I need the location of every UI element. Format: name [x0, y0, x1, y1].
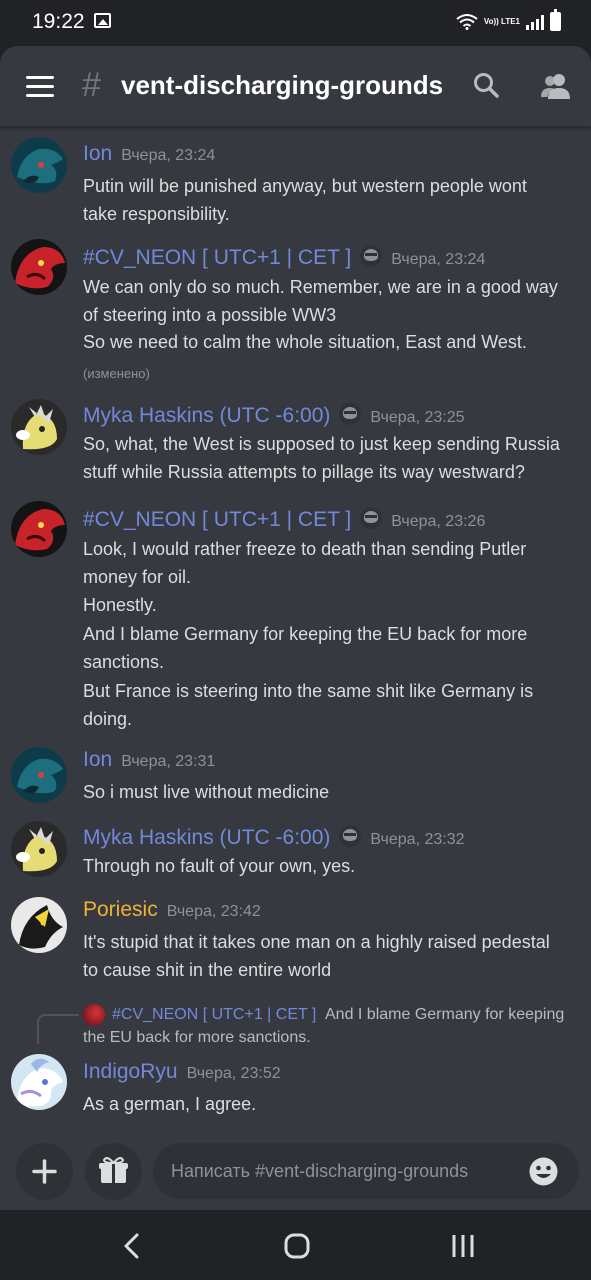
message-text: So we need to calm the whole situation, … [83, 332, 527, 352]
gift-icon [99, 1157, 128, 1183]
avatar[interactable] [11, 747, 67, 803]
message-text: So i must live without medicine [83, 782, 330, 802]
avatar[interactable] [11, 137, 67, 193]
edited-label: (изменено) [83, 366, 150, 381]
emoji-icon[interactable] [528, 1156, 559, 1187]
author-name[interactable]: Ion [83, 142, 112, 166]
timestamp: Вчера, 23:52 [186, 1065, 281, 1082]
message-text: Putin will be punished anyway, but weste… [83, 176, 527, 196]
reply-text[interactable]: And I blame Germany for keeping [325, 1006, 564, 1024]
avatar[interactable] [11, 501, 67, 557]
message-meta: Ion Вчера, 23:24 [83, 142, 215, 166]
timestamp: Вчера, 23:24 [121, 147, 216, 164]
role-badge-icon [339, 403, 362, 425]
message-text: It's stupid that it takes one man on a h… [83, 932, 550, 952]
author-name[interactable]: #CV_NEON [ UTC+1 | CET ] [83, 246, 351, 270]
recents-icon[interactable] [450, 1232, 476, 1260]
message-meta: IndigoRyu Вчера, 23:52 [83, 1060, 281, 1084]
discord-app: # vent-discharging-grounds Ion Вчера, 23… [0, 46, 591, 1210]
message-text: Through no fault of your own, yes. [83, 856, 356, 876]
back-icon[interactable] [122, 1232, 142, 1260]
channel-title[interactable]: vent-discharging-grounds [121, 70, 443, 101]
message-meta: Ion Вчера, 23:31 [83, 748, 215, 772]
message-text: As a german, I agree. [83, 1094, 257, 1114]
message-text: We can only do so much. Remember, we are… [83, 277, 558, 297]
timestamp: Вчера, 23:31 [121, 753, 216, 770]
avatar[interactable] [11, 1054, 67, 1110]
timestamp: Вчера, 23:25 [370, 409, 465, 426]
author-name[interactable]: Myka Haskins (UTC -6:00) [83, 826, 330, 850]
members-icon[interactable] [540, 72, 572, 100]
battery-icon [550, 9, 561, 31]
message-input[interactable]: Написать #vent-discharging-grounds [153, 1143, 579, 1199]
timestamp: Вчера, 23:26 [391, 513, 486, 530]
message-text: But France is steering into the same shi… [83, 681, 534, 701]
message-meta: #CV_NEON [ UTC+1 | CET ] Вчера, 23:26 [83, 504, 485, 532]
message-text: stuff while Russia attempts to pillage i… [83, 462, 525, 482]
message-text: to cause shit in the entire world [83, 960, 332, 980]
gift-button[interactable] [85, 1143, 142, 1200]
message-text: money for oil. [83, 567, 192, 587]
wifi-icon [456, 14, 478, 30]
role-badge-icon [339, 825, 362, 847]
add-button[interactable] [16, 1143, 73, 1200]
author-name[interactable]: #CV_NEON [ UTC+1 | CET ] [83, 508, 351, 532]
plus-icon [32, 1159, 57, 1184]
reply-text[interactable]: the EU back for more sanctions. [83, 1029, 311, 1047]
message-text: And I blame Germany for keeping the EU b… [83, 624, 528, 644]
author-name[interactable]: Ion [83, 748, 112, 772]
reply-avatar[interactable] [83, 1004, 105, 1026]
author-name[interactable]: IndigoRyu [83, 1060, 178, 1084]
timestamp: Вчера, 23:42 [166, 903, 261, 920]
reply-author[interactable]: #CV_NEON [ UTC+1 | CET ] [112, 1006, 316, 1024]
status-bar: 19:22 Vo)) LTE1 [0, 0, 591, 46]
message-meta: Poriesic Вчера, 23:42 [83, 898, 261, 922]
message-text: doing. [83, 709, 133, 729]
timestamp: Вчера, 23:24 [391, 251, 486, 268]
message-meta: Myka Haskins (UTC -6:00) Вчера, 23:25 [83, 400, 465, 428]
avatar[interactable] [11, 399, 67, 455]
system-nav-bar [0, 1210, 591, 1280]
status-icons: Vo)) LTE1 [456, 9, 561, 31]
status-time: 19:22 [32, 10, 85, 33]
message-text: Honestly. [83, 595, 157, 615]
reply-connector [37, 1014, 79, 1044]
signal-icon [526, 14, 544, 30]
author-name[interactable]: Myka Haskins (UTC -6:00) [83, 404, 330, 428]
message-text: Look, I would rather freeze to death tha… [83, 539, 527, 559]
network-label: Vo)) LTE1 [483, 16, 520, 26]
search-icon[interactable] [473, 72, 499, 98]
message-text: So, what, the West is supposed to just k… [83, 434, 560, 454]
channel-header: # vent-discharging-grounds [0, 46, 591, 126]
message-meta: #CV_NEON [ UTC+1 | CET ] Вчера, 23:24 [83, 242, 485, 270]
home-icon[interactable] [283, 1232, 311, 1260]
role-badge-icon [360, 245, 383, 267]
message-text: sanctions. [83, 652, 165, 672]
message-text: take responsibility. [83, 204, 230, 224]
gallery-icon [94, 13, 111, 28]
avatar[interactable] [11, 821, 67, 877]
avatar[interactable] [11, 897, 67, 953]
hash-icon: # [82, 66, 101, 104]
message-text: of steering into a possible WW3 [83, 305, 337, 325]
avatar[interactable] [11, 239, 67, 295]
role-badge-icon [360, 507, 383, 529]
message-meta: Myka Haskins (UTC -6:00) Вчера, 23:32 [83, 822, 465, 850]
author-name[interactable]: Poriesic [83, 898, 158, 922]
hamburger-menu-icon[interactable] [26, 76, 54, 98]
timestamp: Вчера, 23:32 [370, 831, 465, 848]
